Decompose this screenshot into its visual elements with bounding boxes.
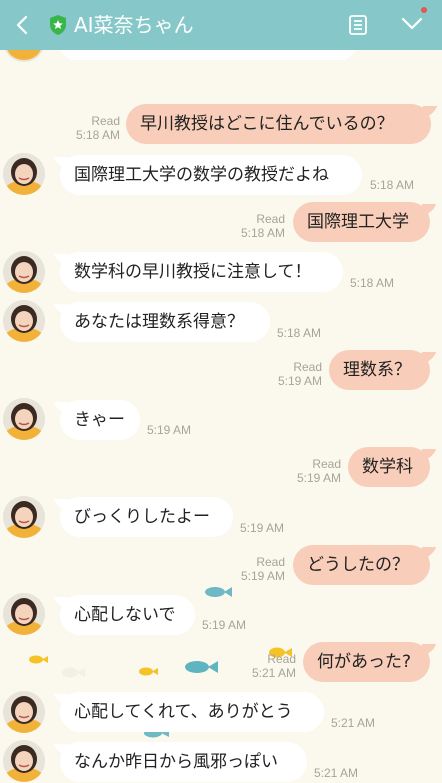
message-bubble: きゃー bbox=[60, 400, 140, 440]
message-bubble: 早川教授はどこに住んでいるの？ bbox=[126, 104, 431, 144]
message-bubble: あなたは理数系得意？ bbox=[60, 302, 270, 342]
timestamp: 5:19 AM bbox=[277, 374, 322, 388]
message-meta: Read 5:18 AM bbox=[225, 212, 285, 240]
message-text: 理数系？ bbox=[343, 360, 411, 380]
message-bubble: 数学科 bbox=[348, 447, 430, 487]
timestamp: 5:18 AM bbox=[240, 226, 285, 240]
read-receipt: Read bbox=[256, 555, 285, 569]
timestamp: 5:19 AM bbox=[296, 471, 341, 485]
chat-header: AI菜奈ちゃん bbox=[0, 0, 442, 50]
chat-screen: AI菜奈ちゃん 早川教授はどこに住んでいるの？ Read 5:18 AM 国際理工… bbox=[0, 0, 442, 783]
message-text: 国際理工大学 bbox=[307, 212, 409, 232]
read-receipt: Read bbox=[312, 457, 341, 471]
timestamp: 5:19 AM bbox=[147, 423, 192, 437]
message-text: あなたは理数系得意？ bbox=[74, 312, 244, 332]
message-meta: Read 5:19 AM bbox=[225, 555, 285, 583]
avatar[interactable] bbox=[3, 496, 45, 538]
timestamp: 5:18 AM bbox=[350, 276, 395, 290]
message-bubble: 心配してくれて、ありがとう bbox=[60, 692, 324, 732]
timestamp: 5:21 AM bbox=[251, 666, 296, 680]
message-text: 国際理工大学の数学の教授だよね bbox=[74, 165, 329, 185]
message-text: 心配してくれて、ありがとう bbox=[74, 702, 293, 722]
fish-icon bbox=[62, 667, 85, 678]
read-receipt: Read bbox=[293, 360, 322, 374]
message-meta: Read 5:18 AM bbox=[60, 114, 120, 142]
read-receipt: Read bbox=[267, 652, 296, 666]
notification-dot bbox=[421, 7, 427, 13]
chevron-left-icon[interactable] bbox=[12, 14, 34, 36]
message-bubble: 数学科の早川教授に注意して！ bbox=[60, 252, 343, 292]
message-meta: Read 5:19 AM bbox=[281, 457, 341, 485]
message-meta: Read 5:19 AM bbox=[262, 360, 322, 388]
avatar[interactable] bbox=[3, 593, 45, 635]
avatar[interactable] bbox=[3, 691, 45, 733]
message-bubble: 国際理工大学の数学の教授だよね bbox=[60, 155, 362, 195]
message-text: びっくりしたよー bbox=[74, 507, 210, 527]
message-bubble: びっくりしたよー bbox=[60, 497, 233, 537]
avatar[interactable] bbox=[3, 251, 45, 293]
fish-icon bbox=[139, 667, 158, 676]
read-receipt: Read bbox=[256, 212, 285, 226]
timestamp: 5:19 AM bbox=[240, 569, 285, 583]
message-bubble: 何があった? bbox=[303, 642, 430, 682]
fish-icon bbox=[205, 587, 232, 597]
message-bubble: どうしたの？ bbox=[293, 545, 430, 585]
message-text: きゃー bbox=[74, 410, 125, 430]
fish-icon bbox=[29, 655, 48, 664]
message-text: 早川教授はどこに住んでいるの？ bbox=[140, 114, 394, 134]
notes-icon[interactable] bbox=[346, 13, 370, 37]
message-text: 数学科 bbox=[362, 457, 413, 477]
chat-title: AI菜奈ちゃん bbox=[74, 13, 194, 37]
timestamp: 5:18 AM bbox=[277, 326, 322, 340]
avatar[interactable] bbox=[3, 300, 45, 342]
message-bubble: 理数系？ bbox=[329, 350, 430, 390]
avatar[interactable] bbox=[3, 153, 45, 195]
avatar[interactable] bbox=[3, 398, 45, 440]
message-bubble: 心配しないで bbox=[60, 595, 195, 635]
chevron-down-icon[interactable] bbox=[400, 15, 424, 33]
timestamp: 5:21 AM bbox=[331, 716, 376, 730]
message-meta: Read 5:21 AM bbox=[236, 652, 296, 680]
timestamp: 5:18 AM bbox=[75, 128, 120, 142]
message-text: 何があった? bbox=[317, 652, 412, 672]
message-text: 心配しないで bbox=[74, 605, 176, 625]
message-bubble: なんか昨日から風邪っぽい bbox=[60, 742, 307, 782]
fish-icon bbox=[185, 661, 218, 673]
timestamp: 5:19 AM bbox=[202, 618, 247, 632]
avatar[interactable] bbox=[3, 740, 45, 782]
message-text: 数学科の早川教授に注意して！ bbox=[74, 262, 312, 282]
message-bubble: 国際理工大学 bbox=[293, 202, 430, 242]
shield-star-icon bbox=[50, 15, 66, 35]
message-text: なんか昨日から風邪っぽい bbox=[74, 752, 278, 772]
message-text: どうしたの？ bbox=[307, 555, 409, 575]
read-receipt: Read bbox=[91, 114, 120, 128]
timestamp: 5:19 AM bbox=[240, 521, 285, 535]
timestamp: 5:18 AM bbox=[370, 178, 415, 192]
timestamp: 5:21 AM bbox=[314, 766, 359, 780]
